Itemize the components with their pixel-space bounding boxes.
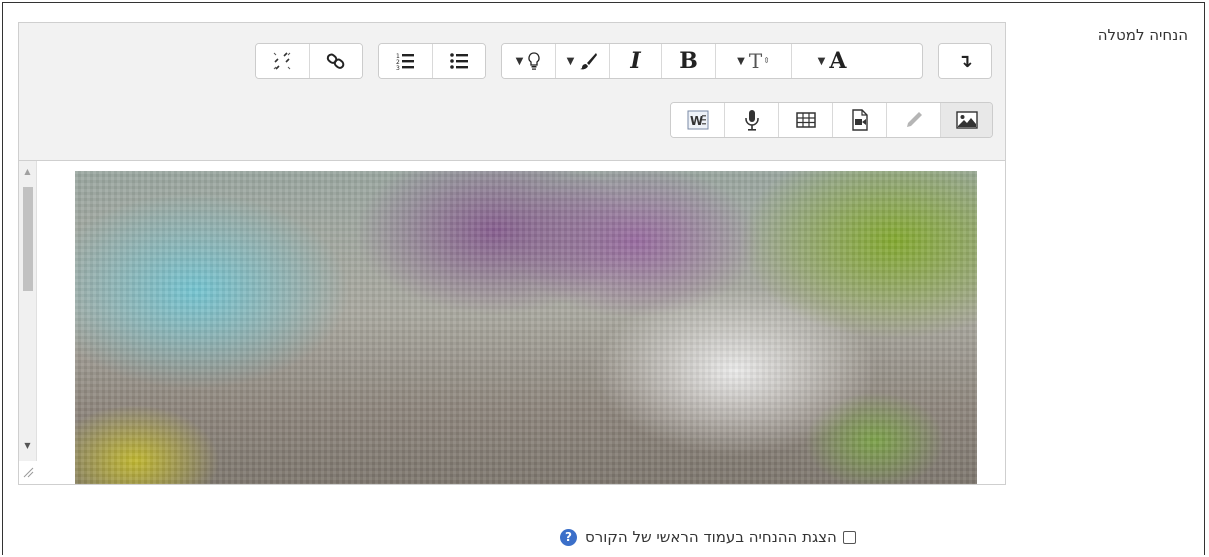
font-size-arrows-icon: ⇕ (763, 56, 770, 65)
ordered-list-button[interactable]: 1 2 3 (379, 44, 433, 78)
font-size-button[interactable]: ▼ T ⇕ (716, 44, 792, 78)
pencil-icon (906, 112, 922, 127)
font-color-button[interactable]: ▼ A (792, 44, 872, 78)
emoji-button[interactable]: ▼ (502, 44, 556, 78)
font-color-caret: ▼ (817, 55, 826, 67)
record-audio-button[interactable] (725, 103, 779, 137)
image-icon (955, 111, 978, 129)
scrollbar-thumb[interactable] (23, 187, 33, 291)
italic-button[interactable]: I (610, 44, 662, 78)
lightbulb-icon (528, 52, 540, 70)
editor-content-area[interactable]: ▲ ▼ (19, 161, 1005, 484)
font-size-caret: ▼ (737, 55, 745, 67)
word-paste-button[interactable]: W (671, 103, 725, 137)
font-color-label: A (829, 48, 847, 74)
expand-arrow-icon: ↴ (957, 50, 973, 72)
svg-text:3: 3 (396, 65, 400, 72)
word-document-icon: W (687, 110, 708, 130)
drawing-button[interactable] (887, 103, 941, 137)
font-size-label: T (748, 49, 763, 73)
toolbar-group-lists: 1 2 3 (378, 43, 486, 79)
show-on-course-page-row: הצגת ההנחיה בעמוד הראשי של הקורס ? (560, 528, 1005, 546)
paintbrush-icon (580, 53, 598, 70)
embedded-image (75, 171, 977, 484)
show-on-course-page-checkbox[interactable] (842, 530, 856, 544)
unlink-icon (273, 52, 291, 70)
show-on-course-page-label: הצגת ההנחיה בעמוד הראשי של הקורס (585, 528, 837, 546)
italic-label: I (630, 48, 641, 74)
resize-handle-icon[interactable] (22, 466, 34, 478)
emoji-caret: ▼ (515, 55, 524, 67)
insert-table-button[interactable] (779, 103, 833, 137)
unordered-list-icon (449, 53, 468, 69)
insert-image-button[interactable] (941, 103, 992, 137)
media-file-icon (851, 109, 868, 131)
toolbar-group-links (255, 43, 363, 79)
bold-button[interactable]: B (662, 44, 716, 78)
toolbar-group-expand: ↴ (938, 43, 992, 79)
help-icon[interactable]: ? (560, 528, 577, 546)
microphone-icon (744, 110, 759, 131)
toolbar-group-media: W (670, 102, 993, 138)
field-label-assignment-instructions: הנחיה למטלה (1097, 26, 1188, 44)
highlight-button[interactable]: ▼ (556, 44, 610, 78)
image-blur-overlay (75, 171, 977, 484)
table-icon (795, 112, 816, 128)
rich-text-editor: 1 2 3 ▼ ▼ I B ▼ T ⇕ ▼ A ↴ W ▲ ▼ (18, 22, 1006, 485)
link-button[interactable] (309, 44, 362, 78)
unlink-button[interactable] (256, 44, 310, 78)
editor-scrollbar[interactable]: ▲ ▼ (19, 161, 37, 461)
link-icon (326, 53, 345, 69)
scroll-up-arrow-icon[interactable]: ▲ (19, 163, 36, 180)
insert-media-button[interactable] (833, 103, 887, 137)
bold-label: B (679, 48, 698, 74)
toolbar-group-formatting: ▼ ▼ I B ▼ T ⇕ ▼ A (501, 43, 923, 79)
svg-text:W: W (690, 114, 703, 128)
ordered-list-icon: 1 2 3 (396, 53, 415, 72)
show-more-buttons-button[interactable]: ↴ (939, 44, 991, 78)
highlight-caret: ▼ (566, 55, 575, 67)
scroll-down-arrow-icon[interactable]: ▼ (19, 437, 36, 454)
editor-toolbar: 1 2 3 ▼ ▼ I B ▼ T ⇕ ▼ A ↴ W (19, 23, 1005, 161)
unordered-list-button[interactable] (432, 44, 485, 78)
